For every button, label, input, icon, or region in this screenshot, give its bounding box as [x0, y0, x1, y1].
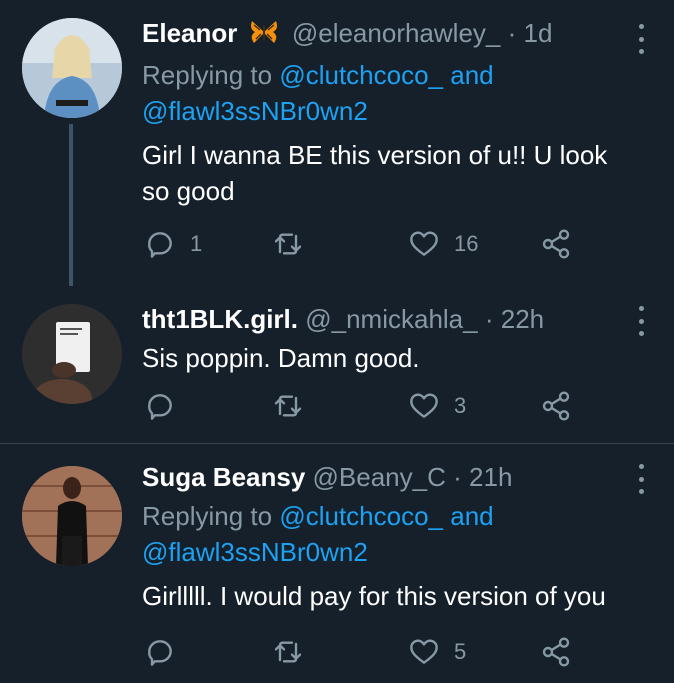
reply-icon	[148, 640, 172, 666]
retweet-button[interactable]	[272, 386, 304, 426]
share-icon	[542, 391, 570, 421]
like-button[interactable]: 5	[408, 632, 466, 672]
more-options-button[interactable]	[636, 24, 646, 54]
display-name[interactable]: Suga Beansy	[142, 462, 305, 492]
retweet-icon	[274, 233, 302, 255]
share-button[interactable]	[540, 224, 572, 264]
tweet-text: Sis poppin. Damn good.	[142, 343, 420, 373]
tweet-eleanor[interactable]: Eleanor @eleanorhawley_ · 1d Replying to…	[0, 0, 674, 290]
separator-dot: ·	[453, 462, 462, 492]
mention-link[interactable]: @flawl3ssNBr0wn2	[142, 537, 368, 567]
like-button[interactable]: 3	[408, 386, 466, 426]
dot-icon	[638, 489, 644, 494]
replying-to: Replying to @clutchcoco_ and @flawl3ssNB…	[142, 498, 634, 570]
dot-icon	[638, 464, 644, 469]
heart-icon	[410, 393, 438, 418]
tweet-header: Suga Beansy @Beany_C · 21h	[142, 460, 634, 494]
more-options-button[interactable]	[636, 306, 646, 336]
replying-and[interactable]: and	[450, 501, 493, 531]
timestamp[interactable]: 22h	[501, 304, 544, 334]
avatar-photo	[22, 18, 122, 118]
timestamp[interactable]: 1d	[524, 18, 553, 48]
reply-count: 1	[190, 231, 203, 256]
tweet-header: tht1BLK.girl. @_nmickahla_ · 22h	[142, 302, 634, 336]
reply-button[interactable]	[144, 632, 176, 672]
separator-dot: ·	[484, 304, 494, 334]
like-count: 16	[454, 231, 479, 256]
reply-icon	[148, 394, 172, 420]
share-icon	[542, 637, 570, 667]
dot-icon	[638, 318, 644, 324]
reply-icon	[148, 232, 172, 258]
heart-icon	[410, 639, 438, 664]
handle[interactable]: @_nmickahla_	[305, 304, 477, 334]
handle[interactable]: @Beany_C	[313, 462, 446, 492]
retweet-icon	[274, 641, 302, 663]
display-name[interactable]: tht1BLK.girl.	[142, 304, 298, 334]
dot-icon	[638, 331, 644, 336]
dot-icon	[638, 36, 644, 42]
dot-icon	[638, 24, 644, 29]
replying-to: Replying to @clutchcoco_ and @flawl3ssNB…	[142, 57, 634, 129]
retweet-button[interactable]	[272, 632, 304, 672]
avatar[interactable]	[22, 304, 122, 404]
retweet-icon	[274, 395, 302, 417]
share-icon	[542, 229, 570, 259]
tweet-header: Eleanor @eleanorhawley_ · 1d	[142, 16, 634, 53]
share-button[interactable]	[540, 386, 572, 426]
thread-connector-line	[69, 124, 73, 286]
reply-button[interactable]	[144, 386, 176, 426]
avatar-photo	[22, 466, 122, 566]
replying-and[interactable]: and	[450, 60, 493, 90]
replying-to-label: Replying to	[142, 60, 273, 90]
handle[interactable]: @eleanorhawley_	[292, 18, 501, 48]
mention-link[interactable]: @clutchcoco_	[279, 60, 443, 90]
mention-link[interactable]: @clutchcoco_	[279, 501, 443, 531]
mention-link[interactable]: @flawl3ssNBr0wn2	[142, 96, 368, 126]
retweet-button[interactable]	[272, 224, 304, 264]
dot-icon	[638, 476, 644, 482]
like-count: 5	[454, 639, 467, 664]
avatar[interactable]	[22, 466, 122, 566]
reply-button[interactable]: 1	[144, 224, 202, 264]
dot-icon	[638, 306, 644, 311]
tweet-tht1blk[interactable]: tht1BLK.girl. @_nmickahla_ · 22h Sis pop…	[0, 290, 674, 442]
heart-icon	[410, 231, 438, 256]
avatar[interactable]	[22, 18, 122, 118]
replying-to-label: Replying to	[142, 501, 273, 531]
timestamp[interactable]: 21h	[469, 462, 512, 492]
like-button[interactable]: 16	[408, 224, 478, 264]
tweet-text: Girl I wanna BE this version of u!! U lo…	[142, 140, 608, 206]
separator-dot: ·	[507, 18, 517, 48]
avatar-photo	[22, 304, 122, 404]
butterfly-icon	[249, 19, 279, 53]
more-options-button[interactable]	[636, 464, 646, 494]
like-count: 3	[454, 393, 467, 418]
dot-icon	[638, 49, 644, 54]
tweet-text: Girlllll. I would pay for this version o…	[142, 581, 606, 611]
display-name[interactable]: Eleanor	[142, 18, 237, 48]
tweet-suga-beansy[interactable]: Suga Beansy @Beany_C · 21h Replying to @…	[0, 444, 674, 683]
share-button[interactable]	[540, 632, 572, 672]
